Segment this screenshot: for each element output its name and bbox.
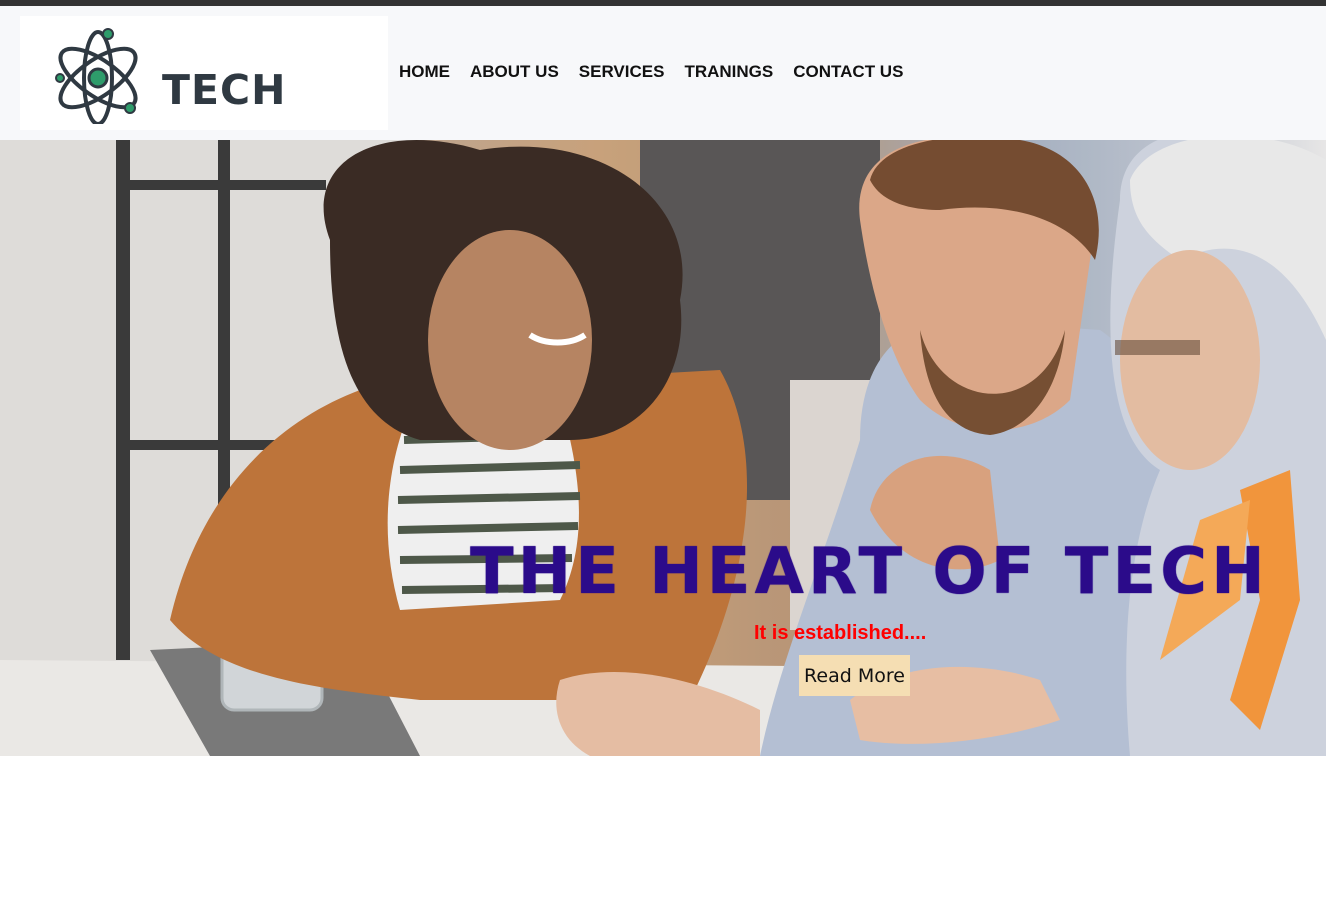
nav-home[interactable]: HOME <box>399 62 450 82</box>
hero-banner: THE HEART OF TECH It is established.... … <box>0 140 1326 756</box>
main-nav: HOME ABOUT US SERVICES TRANINGS CONTACT … <box>399 62 923 82</box>
nav-tranings[interactable]: TRANINGS <box>684 62 773 82</box>
site-header: TECH HOME ABOUT US SERVICES TRANINGS CON… <box>0 6 1326 140</box>
logo-text: TECH <box>162 66 287 114</box>
logo[interactable]: TECH <box>20 16 388 130</box>
atom-icon <box>55 28 138 124</box>
read-more-button[interactable]: Read More <box>799 655 910 696</box>
hero-image <box>0 140 1326 756</box>
hero-title: THE HEART OF TECH <box>470 535 1269 609</box>
hero-subtitle: It is established.... <box>754 622 927 644</box>
nav-about-us[interactable]: ABOUT US <box>470 62 559 82</box>
nav-services[interactable]: SERVICES <box>579 62 665 82</box>
nav-contact-us[interactable]: CONTACT US <box>793 62 903 82</box>
